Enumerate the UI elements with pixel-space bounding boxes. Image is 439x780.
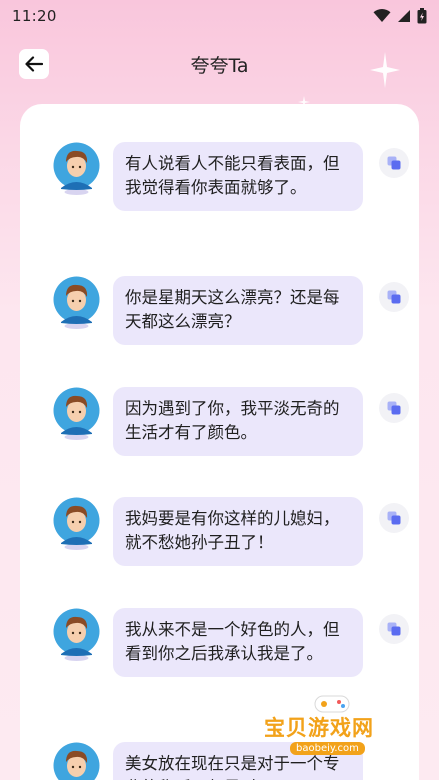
avatar	[53, 276, 100, 329]
copy-button[interactable]	[379, 282, 409, 312]
message-bubble[interactable]: 你是星期天这么漂亮？还是每天都这么漂亮？	[113, 276, 363, 345]
wifi-icon	[373, 9, 391, 22]
watermark-url: baobeiy.com	[290, 742, 365, 755]
arrow-left-icon	[25, 56, 43, 72]
message-list-card: 有人说看人不能只看表面，但我觉得看你表面就够了。 你是星期天这么漂亮？还是每天都…	[20, 104, 419, 780]
avatar	[53, 742, 100, 780]
copy-button[interactable]	[379, 503, 409, 533]
copy-icon	[387, 290, 401, 304]
copy-button[interactable]	[379, 393, 409, 423]
back-button[interactable]	[19, 49, 49, 79]
message-bubble[interactable]: 有人说看人不能只看表面，但我觉得看你表面就够了。	[113, 142, 363, 211]
battery-icon	[417, 8, 427, 24]
copy-icon	[387, 511, 401, 525]
message-bubble[interactable]: 因为遇到了你，我平淡无奇的生活才有了颜色。	[113, 387, 363, 456]
sparkle-icon	[370, 52, 400, 88]
status-time: 11:20	[12, 7, 57, 25]
status-icons	[373, 8, 427, 24]
avatar	[53, 387, 100, 440]
message-bubble[interactable]: 我妈要是有你这样的儿媳妇，就不愁她孙子丑了！	[113, 497, 363, 566]
copy-icon	[387, 156, 401, 170]
status-bar: 11:20	[0, 0, 439, 32]
copy-button[interactable]	[379, 148, 409, 178]
watermark-name: 宝贝游戏网	[264, 716, 374, 740]
message-bubble[interactable]: 我从来不是一个好色的人，但看到你之后我承认我是了。	[113, 608, 363, 677]
avatar	[53, 608, 100, 661]
avatar	[53, 497, 100, 550]
signal-icon	[398, 10, 410, 22]
copy-button[interactable]	[379, 614, 409, 644]
watermark-logo: 宝贝游戏网 baobeiy.com	[260, 690, 410, 760]
page-title: 夸夸Ta	[190, 54, 249, 77]
copy-icon	[387, 622, 401, 636]
copy-icon	[387, 401, 401, 415]
avatar	[53, 142, 100, 195]
